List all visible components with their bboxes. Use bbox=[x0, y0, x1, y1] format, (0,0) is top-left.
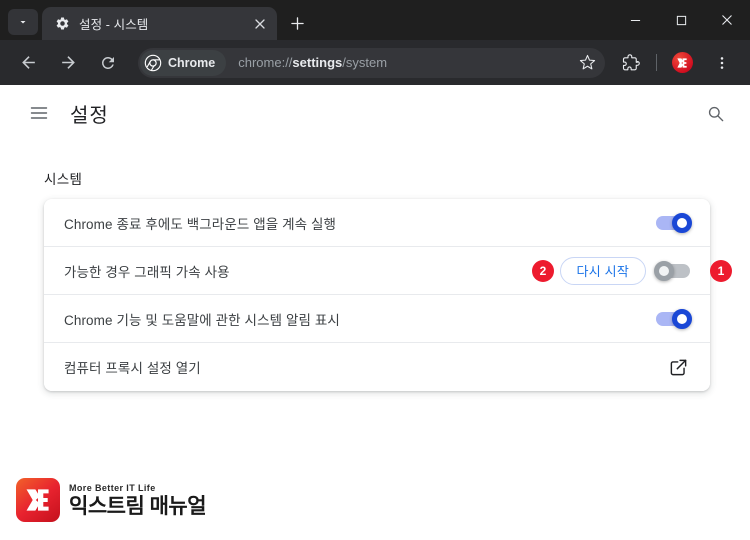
minimize-button[interactable] bbox=[612, 0, 658, 40]
window-close-button[interactable] bbox=[704, 0, 750, 40]
address-bar[interactable]: Chrome chrome://settings/system bbox=[138, 47, 605, 78]
maximize-icon bbox=[676, 15, 686, 25]
settings-header: 설정 bbox=[0, 85, 750, 141]
watermark-tagline: More Better IT Life bbox=[69, 482, 156, 493]
site-identity-chip[interactable]: Chrome bbox=[140, 49, 227, 76]
tab-search-button[interactable] bbox=[8, 9, 38, 35]
setting-control bbox=[656, 308, 692, 329]
url-text: chrome://settings/system bbox=[228, 55, 574, 70]
forward-arrow-icon bbox=[61, 56, 75, 69]
setting-row-hardware-acceleration[interactable]: 가능한 경우 그래픽 가속 사용 다시 시작 1 2 bbox=[44, 247, 732, 295]
plus-icon bbox=[290, 16, 304, 30]
setting-label: Chrome 종료 후에도 백그라운드 앱을 계속 실행 bbox=[64, 216, 337, 232]
setting-control bbox=[656, 212, 692, 233]
browser-menu-button[interactable] bbox=[707, 48, 737, 78]
site-chip-label: Chrome bbox=[168, 55, 216, 70]
setting-label: 컴퓨터 프록시 설정 열기 bbox=[64, 361, 201, 376]
setting-control bbox=[666, 355, 690, 379]
watermark-logo: More Better IT Life 익스트림 매뉴얼 bbox=[16, 478, 207, 522]
three-dot-menu-icon bbox=[720, 56, 724, 69]
page-title: 설정 bbox=[70, 104, 109, 127]
back-button[interactable] bbox=[13, 48, 43, 78]
browser-window: 설정 - 시스템 Chrome chrome://settings/system… bbox=[0, 0, 750, 540]
tab-close-button[interactable] bbox=[251, 15, 269, 33]
settings-menu-button[interactable] bbox=[22, 96, 56, 130]
forward-button[interactable] bbox=[53, 48, 83, 78]
bookmark-button[interactable] bbox=[574, 50, 600, 76]
hardware-acceleration-toggle[interactable] bbox=[654, 260, 690, 281]
setting-label: 가능한 경우 그래픽 가속 사용 bbox=[64, 264, 230, 280]
ex-logo-mark bbox=[16, 478, 60, 522]
extensions-button[interactable] bbox=[616, 48, 646, 78]
tab-settings-system[interactable]: 설정 - 시스템 bbox=[42, 7, 277, 40]
background-apps-toggle[interactable] bbox=[656, 212, 692, 233]
search-icon bbox=[708, 106, 723, 121]
url-bold-part: settings bbox=[292, 55, 343, 70]
external-link-icon bbox=[670, 359, 686, 375]
window-controls bbox=[612, 0, 750, 40]
profile-button[interactable] bbox=[667, 48, 697, 78]
setting-label: Chrome 기능 및 도움말에 관한 시스템 알림 표시 bbox=[64, 312, 340, 328]
profile-avatar bbox=[671, 52, 693, 73]
gear-icon bbox=[54, 16, 70, 32]
annotation-badge-1: 1 bbox=[710, 260, 732, 282]
setting-control: 다시 시작 bbox=[559, 256, 690, 285]
maximize-button[interactable] bbox=[658, 0, 704, 40]
minimize-icon bbox=[630, 19, 640, 21]
settings-page: 설정 시스템 Chrome 종료 후에도 백그라운드 앱을 계속 실행 가능한 … bbox=[0, 85, 750, 540]
close-icon bbox=[722, 15, 732, 25]
setting-row-proxy-settings[interactable]: 컴퓨터 프록시 설정 열기 bbox=[44, 343, 710, 391]
restart-button[interactable]: 다시 시작 bbox=[559, 256, 646, 285]
star-icon bbox=[579, 54, 595, 70]
system-notifications-toggle[interactable] bbox=[656, 308, 692, 329]
hamburger-menu-icon bbox=[30, 107, 48, 119]
ex-monogram-icon bbox=[677, 57, 687, 68]
tab-strip: 설정 - 시스템 bbox=[0, 0, 750, 40]
watermark-name: 익스트림 매뉴얼 bbox=[69, 494, 207, 518]
puzzle-piece-icon bbox=[622, 53, 640, 70]
browser-toolbar: Chrome chrome://settings/system bbox=[0, 40, 750, 85]
back-arrow-icon bbox=[21, 56, 35, 69]
setting-row-system-notifications[interactable]: Chrome 기능 및 도움말에 관한 시스템 알림 표시 bbox=[44, 295, 710, 343]
chrome-logo-icon bbox=[144, 54, 162, 72]
system-settings-card: Chrome 종료 후에도 백그라운드 앱을 계속 실행 가능한 경우 그래픽 … bbox=[44, 199, 732, 391]
watermark-text: More Better IT Life 익스트림 매뉴얼 bbox=[69, 482, 207, 518]
open-proxy-settings-button[interactable] bbox=[666, 355, 690, 379]
toolbar-divider bbox=[656, 54, 657, 71]
ex-monogram-icon bbox=[26, 489, 49, 511]
close-icon bbox=[255, 18, 265, 29]
reload-icon bbox=[101, 56, 114, 69]
toggle-knob bbox=[672, 308, 692, 329]
url-prefix: chrome:// bbox=[238, 55, 293, 70]
toggle-knob bbox=[654, 260, 674, 281]
new-tab-button[interactable] bbox=[283, 9, 311, 37]
tab-title: 설정 - 시스템 bbox=[79, 18, 149, 32]
annotation-badge-2: 2 bbox=[532, 260, 554, 282]
toggle-knob bbox=[672, 212, 692, 233]
url-suffix: /system bbox=[342, 55, 388, 70]
settings-search-button[interactable] bbox=[698, 96, 732, 130]
section-title: 시스템 bbox=[44, 172, 83, 187]
reload-button[interactable] bbox=[93, 48, 123, 78]
setting-row-background-apps[interactable]: Chrome 종료 후에도 백그라운드 앱을 계속 실행 bbox=[44, 199, 710, 247]
chevron-down-icon bbox=[20, 21, 26, 24]
